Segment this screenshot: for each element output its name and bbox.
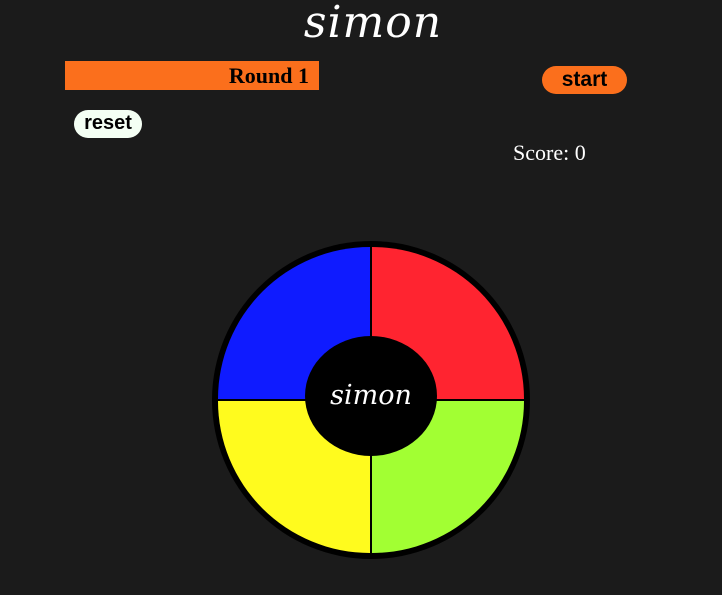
simon-board: simon — [212, 241, 530, 559]
reset-button[interactable]: reset — [74, 110, 142, 138]
score-value: 0 — [574, 140, 586, 165]
round-indicator: Round 1 — [65, 61, 319, 90]
board-center-label: simon — [305, 336, 437, 456]
score-display: Score: 0 — [513, 140, 586, 166]
start-button[interactable]: start — [542, 66, 627, 94]
game-title: simon — [303, 0, 443, 48]
score-label: Score: — [513, 140, 570, 165]
